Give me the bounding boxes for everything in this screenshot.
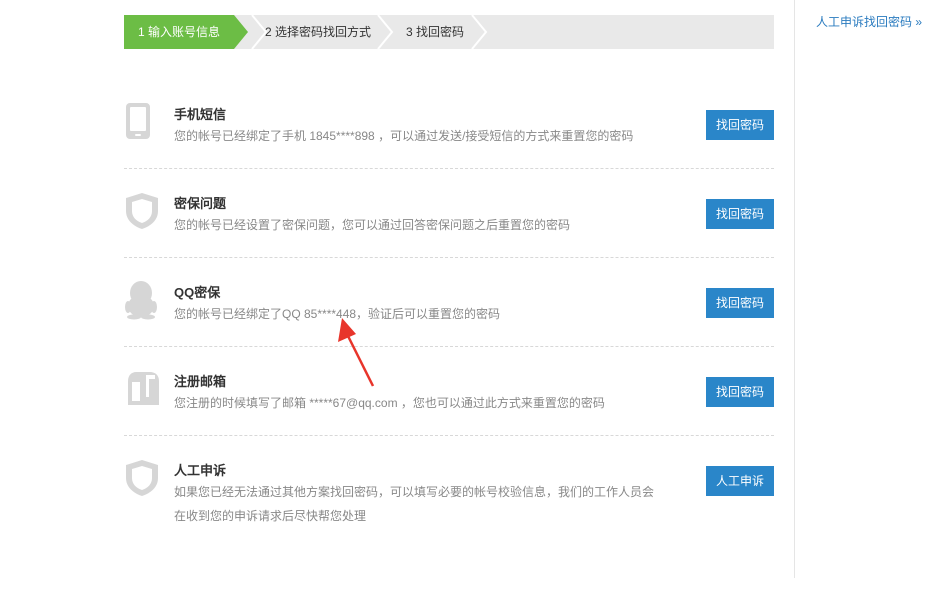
annotation-arrow: [338, 318, 375, 387]
